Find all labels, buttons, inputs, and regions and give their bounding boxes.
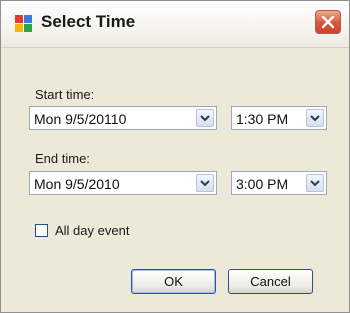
start-date-dropdown-button[interactable] (196, 109, 214, 127)
end-time-value: 3:00 PM (236, 176, 289, 192)
all-day-checkbox[interactable] (35, 224, 48, 237)
end-time-combo[interactable]: 3:00 PM (231, 171, 327, 195)
close-button[interactable] (315, 10, 341, 34)
ok-button[interactable]: OK (131, 269, 216, 294)
window-title: Select Time (41, 12, 136, 31)
end-date-value: Mon 9/5/2010 (34, 176, 120, 192)
end-date-dropdown-button[interactable] (196, 174, 214, 192)
all-day-label[interactable]: All day event (55, 223, 129, 238)
start-date-combo[interactable]: Mon 9/5/20110 (29, 106, 217, 130)
chevron-down-icon (200, 180, 210, 187)
chevron-down-icon (200, 115, 210, 122)
end-date-combo[interactable]: Mon 9/5/2010 (29, 171, 217, 195)
dialog-body: Start time: Mon 9/5/20110 1:30 PM End ti… (1, 48, 349, 312)
end-time-label: End time: (35, 151, 90, 166)
start-time-combo[interactable]: 1:30 PM (231, 106, 327, 130)
app-icon (14, 13, 34, 33)
cancel-button[interactable]: Cancel (228, 269, 313, 294)
chevron-down-icon (310, 180, 320, 187)
end-time-dropdown-button[interactable] (306, 174, 324, 192)
start-time-label: Start time: (35, 87, 95, 102)
title-bar[interactable]: Select Time (1, 1, 349, 48)
start-date-value: Mon 9/5/20110 (34, 111, 127, 127)
start-time-dropdown-button[interactable] (306, 109, 324, 127)
start-time-value: 1:30 PM (236, 111, 289, 127)
chevron-down-icon (310, 115, 320, 122)
select-time-dialog: Select Time Start time: Mon 9/5/20110 1:… (0, 0, 350, 313)
close-icon (321, 15, 335, 29)
